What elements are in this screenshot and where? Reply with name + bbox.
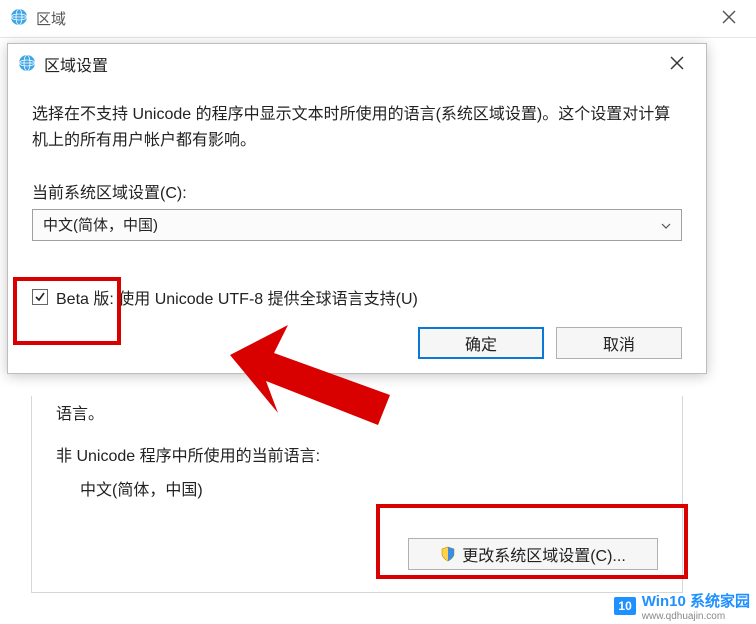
back-current-language: 中文(简体，中国) <box>80 476 658 500</box>
cancel-button[interactable]: 取消 <box>556 327 682 359</box>
cancel-button-label: 取消 <box>603 331 635 355</box>
check-icon <box>34 291 46 303</box>
change-locale-button[interactable]: 更改系统区域设置(C)... <box>408 538 658 570</box>
globe-icon <box>18 54 36 75</box>
parent-window-titlebar: 区域 <box>0 0 756 38</box>
locale-select-value: 中文(简体，中国) <box>43 214 661 235</box>
change-locale-button-label: 更改系统区域设置(C)... <box>462 542 626 566</box>
back-text-fragment: 语言。 <box>56 400 658 424</box>
chevron-down-icon <box>661 218 671 232</box>
locale-select[interactable]: 中文(简体，中国) <box>32 209 682 241</box>
close-icon <box>722 10 736 24</box>
beta-utf8-label: Beta 版: 使用 Unicode UTF-8 提供全球语言支持(U) <box>56 285 418 309</box>
watermark: 10 Win10 系统家园 www.qdhuajin.com <box>614 590 750 622</box>
beta-utf8-checkbox[interactable] <box>32 289 48 305</box>
globe-icon <box>10 8 28 29</box>
parent-window-title: 区域 <box>36 8 706 29</box>
dialog-close-button[interactable] <box>654 53 700 76</box>
beta-utf8-checkbox-row[interactable]: Beta 版: 使用 Unicode UTF-8 提供全球语言支持(U) <box>32 285 682 309</box>
back-section-label: 非 Unicode 程序中所使用的当前语言: <box>56 442 658 466</box>
dialog-description: 选择在不支持 Unicode 的程序中显示文本时所使用的语言(系统区域设置)。这… <box>32 102 682 155</box>
close-icon <box>670 56 684 70</box>
locale-label: 当前系统区域设置(C): <box>32 179 682 203</box>
watermark-badge: 10 <box>614 597 635 615</box>
watermark-brand: Win10 系统家园 <box>642 590 750 611</box>
ok-button-label: 确定 <box>465 331 497 355</box>
back-window-content: 语言。 非 Unicode 程序中所使用的当前语言: 中文(简体，中国) 更改系… <box>7 396 707 593</box>
watermark-url: www.qdhuajin.com <box>642 611 750 622</box>
dialog-titlebar: 区域设置 <box>8 44 706 84</box>
dialog-title: 区域设置 <box>44 52 654 76</box>
ok-button[interactable]: 确定 <box>418 327 544 359</box>
parent-close-button[interactable] <box>706 8 752 29</box>
shield-icon <box>440 546 456 562</box>
region-settings-dialog: 区域设置 选择在不支持 Unicode 的程序中显示文本时所使用的语言(系统区域… <box>7 43 707 374</box>
